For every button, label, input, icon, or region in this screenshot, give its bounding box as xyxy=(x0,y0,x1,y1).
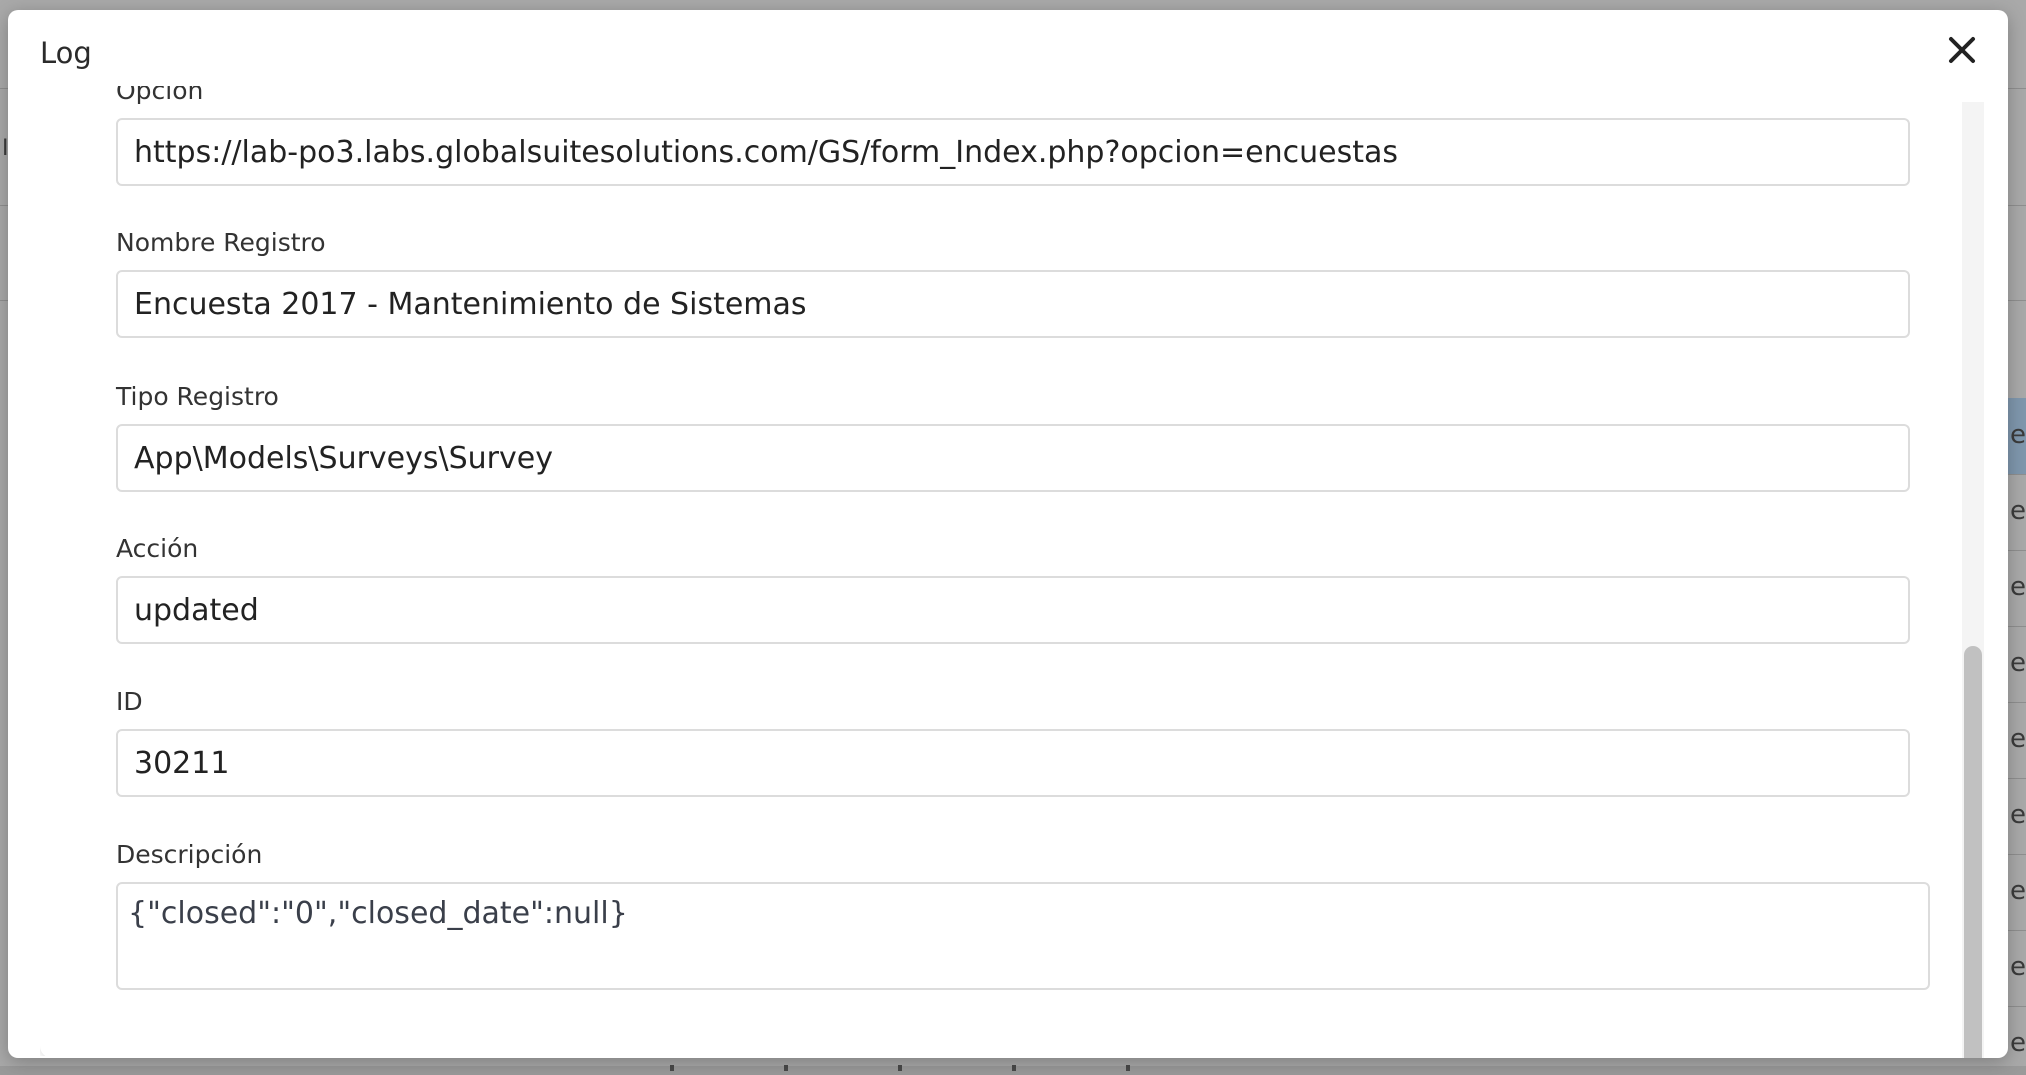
background-text: e xyxy=(2010,1028,2026,1058)
id-field[interactable]: 30211 xyxy=(116,729,1910,797)
background-divider xyxy=(2008,702,2026,703)
background-divider xyxy=(2008,1006,2026,1007)
field-nombre-registro: Nombre Registro Encuesta 2017 - Mantenim… xyxy=(116,228,1910,338)
field-descripcion: Descripción {"closed":"0","closed_date":… xyxy=(116,840,1930,990)
background-text: e xyxy=(2010,800,2026,830)
background-divider xyxy=(2008,626,2026,627)
field-id: ID 30211 xyxy=(116,687,1910,797)
background-divider xyxy=(2008,205,2026,206)
field-label: Descripción xyxy=(116,840,263,869)
background-text: e xyxy=(2010,876,2026,906)
background-divider xyxy=(2008,88,2026,89)
field-label: ID xyxy=(116,687,143,716)
background-text: e xyxy=(2010,724,2026,754)
modal-title: Log xyxy=(40,36,92,70)
background-divider xyxy=(2008,474,2026,475)
nombre-registro-field[interactable]: Encuesta 2017 - Mantenimiento de Sistema… xyxy=(116,270,1910,338)
field-tipo-registro: Tipo Registro App\Models\Surveys\Survey xyxy=(116,382,1910,492)
modal-body[interactable]: Opción https://lab-po3.labs.globalsuites… xyxy=(40,86,1972,1056)
background-divider xyxy=(2008,550,2026,551)
field-opcion: Opción https://lab-po3.labs.globalsuites… xyxy=(116,86,1910,186)
log-modal: Log Opción https://lab-po3.labs.globalsu… xyxy=(8,10,2008,1058)
background-text: e xyxy=(2010,572,2026,602)
background-divider xyxy=(2008,778,2026,779)
tipo-registro-field[interactable]: App\Models\Surveys\Survey xyxy=(116,424,1910,492)
background-divider xyxy=(2008,854,2026,855)
accion-field[interactable]: updated xyxy=(116,576,1910,644)
modal-header: Log xyxy=(8,10,2008,86)
background-text: e xyxy=(2010,952,2026,982)
scrollbar-thumb[interactable] xyxy=(1964,646,1982,1058)
background-text: e xyxy=(2010,496,2026,526)
background-divider xyxy=(2008,930,2026,931)
field-label: Nombre Registro xyxy=(116,228,326,257)
opcion-field[interactable]: https://lab-po3.labs.globalsuitesolution… xyxy=(116,118,1910,186)
close-icon xyxy=(1949,37,1975,63)
close-button[interactable] xyxy=(1942,30,1982,70)
field-accion: Acción updated xyxy=(116,534,1910,644)
background-text: e xyxy=(2010,420,2026,450)
log-detail-card: Opción https://lab-po3.labs.globalsuites… xyxy=(40,86,1972,1056)
field-label: Opción xyxy=(116,86,204,105)
field-label: Tipo Registro xyxy=(116,382,279,411)
field-label: Acción xyxy=(116,534,199,563)
background-text: e xyxy=(2010,648,2026,678)
background-divider xyxy=(2008,300,2026,301)
descripcion-textarea[interactable]: {"closed":"0","closed_date":null} xyxy=(116,882,1930,990)
